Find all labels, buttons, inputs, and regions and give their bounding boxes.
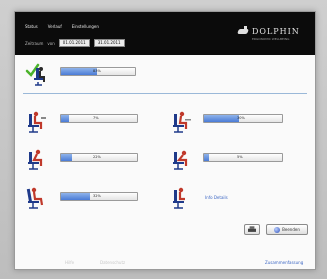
app-window: Status Verlauf Einstellungen Zeitraum vo… [14, 11, 316, 270]
sitting-lean-icon [170, 110, 192, 134]
power-icon [274, 226, 281, 233]
sitting-slouch-icon [170, 147, 192, 171]
posture-fill-3 [61, 193, 90, 200]
quit-label: Beenden [282, 227, 300, 232]
date-from-label: von [47, 40, 55, 46]
posture-value-2: 22% [93, 155, 101, 159]
posture-value-1: 7% [93, 116, 99, 120]
summary-value: 83% [93, 69, 101, 73]
posture-value-3: 32% [93, 194, 101, 198]
posture-value-4: 30% [237, 116, 245, 120]
nav-settings[interactable]: Einstellungen [72, 24, 99, 29]
footer-help[interactable]: Hilfe [65, 260, 74, 265]
quit-button[interactable]: Beenden [266, 224, 308, 235]
footer-privacy[interactable]: Datenschutz [100, 260, 125, 265]
date-from-select[interactable]: 01.01.2011 [58, 39, 90, 47]
posture-bar-5: 5% [203, 153, 283, 162]
printer-icon [248, 226, 256, 232]
posture-bar-4: 30% [203, 114, 283, 123]
section-divider [23, 93, 307, 94]
posture-ok-icon [25, 62, 47, 86]
summary-progress: 83% [60, 67, 136, 76]
date-to-select[interactable]: 31.01.2011 [93, 39, 125, 47]
summary-fill [61, 68, 97, 75]
posture-bar-2: 22% [60, 153, 138, 162]
screenshot-frame: Status Verlauf Einstellungen Zeitraum vo… [0, 0, 327, 279]
brand-logo: DOLPHIN ERGONOMIC WELLBEING [238, 26, 300, 41]
date-range-label: Zeitraum [25, 40, 44, 46]
main-nav: Status Verlauf Einstellungen [25, 24, 99, 29]
sitting-reclined-icon [25, 186, 47, 210]
details-link[interactable]: Info Details [205, 195, 228, 200]
sitting-forward-icon [25, 147, 47, 171]
posture-bar-3: 32% [60, 192, 138, 201]
posture-fill-5 [204, 154, 209, 161]
brand-name: DOLPHIN [252, 26, 300, 36]
posture-value-5: 5% [237, 155, 243, 159]
posture-fill-4 [204, 115, 240, 122]
date-filter: Zeitraum von 01.01.2011 31.01.2011 [25, 39, 125, 47]
posture-fill-2 [61, 154, 73, 161]
brand-tagline: ERGONOMIC WELLBEING [252, 37, 290, 41]
dolphin-icon [238, 26, 248, 36]
sitting-upright-icon [25, 110, 47, 134]
print-button[interactable] [244, 224, 260, 235]
summary-link[interactable]: Zusammenfassung [265, 260, 303, 265]
sitting-empty-chair-icon [170, 186, 192, 210]
nav-history[interactable]: Verlauf [48, 24, 62, 29]
top-bar: Status Verlauf Einstellungen Zeitraum vo… [15, 12, 315, 55]
nav-status[interactable]: Status [25, 24, 38, 29]
posture-bar-1: 7% [60, 114, 138, 123]
posture-fill-1 [61, 115, 69, 122]
